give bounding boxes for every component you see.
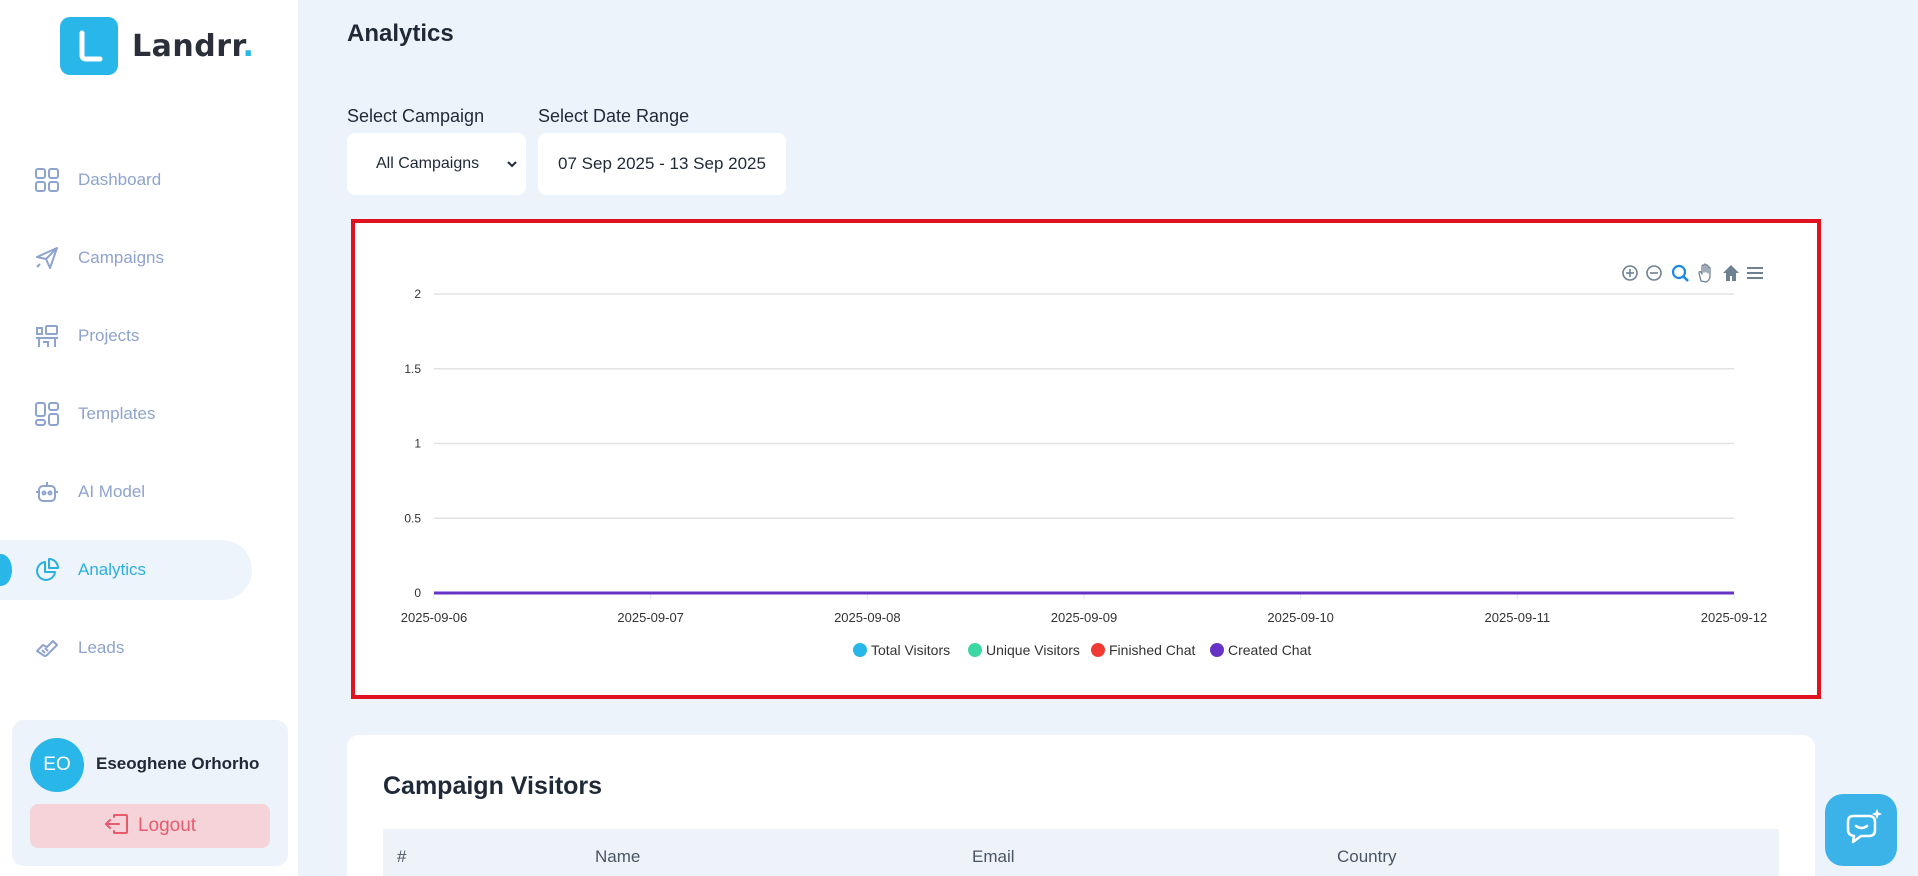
campaign-select[interactable]: All Campaigns	[347, 133, 526, 195]
robot-icon	[34, 479, 60, 505]
zoom-select-icon[interactable]	[1671, 264, 1689, 282]
y-tick-label: 1.5	[404, 362, 421, 376]
chevron-down-icon	[506, 157, 518, 175]
templates-icon	[34, 401, 60, 427]
legend-label: Unique Visitors	[986, 642, 1080, 658]
user-name: Eseoghene Orhorho	[96, 754, 260, 773]
sidebar-item-leads[interactable]: Leads	[0, 618, 298, 678]
sidebar-nav: Dashboard Campaigns Projects Templates A…	[0, 150, 298, 696]
y-tick-label: 0.5	[404, 511, 421, 525]
column-header-email[interactable]: Email	[972, 847, 1015, 867]
paper-plane-icon	[34, 245, 60, 271]
legend-item[interactable]: Finished Chat	[1091, 642, 1195, 658]
table-title: Campaign Visitors	[383, 772, 603, 800]
x-tick-label: 2025-09-08	[834, 610, 901, 625]
date-range-value: 07 Sep 2025 - 13 Sep 2025	[558, 154, 766, 173]
campaign-select-value: All Campaigns	[376, 155, 480, 172]
table-header-row: # Name Email Country	[383, 829, 1779, 876]
menu-icon[interactable]	[1747, 267, 1763, 279]
campaign-select-label: Select Campaign	[347, 106, 485, 126]
x-tick-label: 2025-09-07	[617, 610, 684, 625]
pan-icon[interactable]	[1698, 263, 1711, 283]
sidebar-item-ai-model[interactable]: AI Model	[0, 462, 298, 522]
legend-marker	[853, 643, 867, 657]
sidebar-item-campaigns[interactable]: Campaigns	[0, 228, 298, 288]
date-range-label: Select Date Range	[538, 106, 690, 126]
icon-handle	[1682, 275, 1689, 282]
brand-logo[interactable]: Landrr.	[60, 17, 254, 75]
icon-hand	[1698, 263, 1711, 283]
pie-chart-icon	[34, 557, 60, 583]
avatar: EO	[30, 738, 84, 792]
legend-marker	[968, 643, 982, 657]
legend-item[interactable]: Unique Visitors	[968, 642, 1080, 658]
x-tick-label: 2025-09-12	[1701, 610, 1768, 625]
sidebar-item-label: Projects	[78, 326, 140, 345]
analytics-line-chart: 2 1.5 1 0.5 0 2025-09-06 2025-09-07 2025-09-08…	[401, 263, 1768, 658]
legend-label: Finished Chat	[1109, 642, 1195, 658]
sidebar-item-templates[interactable]: Templates	[0, 384, 298, 444]
legend-item[interactable]: Total Visitors	[853, 642, 950, 658]
column-header-index[interactable]: #	[397, 847, 406, 867]
sidebar-item-dashboard[interactable]: Dashboard	[0, 150, 298, 210]
zoom-in-icon[interactable]	[1622, 265, 1638, 281]
y-tick-label: 2	[414, 287, 421, 301]
sidebar-item-projects[interactable]: Projects	[0, 306, 298, 366]
y-tick-label: 0	[414, 586, 421, 600]
sidebar-item-label: Templates	[78, 404, 156, 423]
sidebar-item-label: Analytics	[78, 560, 147, 579]
logout-label: Logout	[137, 815, 197, 836]
icon-house	[1723, 265, 1739, 281]
column-header-country[interactable]: Country	[1337, 847, 1397, 867]
campaign-visitors-card: Campaign Visitors # Name Email Country	[347, 735, 1815, 876]
legend-label: Created Chat	[1228, 642, 1311, 658]
sidebar-item-label: Campaigns	[78, 248, 164, 267]
sidebar-item-label: Leads	[78, 638, 125, 657]
grid-icon	[34, 167, 60, 193]
brand-name: Landrr.	[132, 28, 255, 64]
date-range-input[interactable]: 07 Sep 2025 - 13 Sep 2025	[538, 133, 786, 195]
sidebar-item-label: Dashboard	[78, 170, 162, 189]
reset-home-icon[interactable]	[1723, 265, 1739, 281]
zoom-out-icon[interactable]	[1646, 265, 1662, 281]
handshake-icon	[34, 635, 60, 661]
legend-marker	[1091, 643, 1105, 657]
x-tick-label: 2025-09-09	[1051, 610, 1118, 625]
legend-label: Total Visitors	[871, 642, 950, 658]
workspace-icon	[34, 323, 60, 349]
sidebar: Landrr. Dashboard Campaigns Projects Tem…	[0, 0, 298, 876]
page-title: Analytics	[347, 20, 454, 47]
sidebar-item-analytics[interactable]: Analytics	[0, 540, 252, 600]
logout-icon	[104, 813, 128, 839]
logout-button[interactable]: Logout	[30, 804, 270, 848]
legend-item[interactable]: Created Chat	[1210, 642, 1311, 658]
y-tick-label: 1	[414, 437, 421, 451]
x-tick-label: 2025-09-06	[401, 610, 468, 625]
analytics-chart-card: 2 1.5 1 0.5 0 2025-09-06 2025-09-07 2025-09-08…	[351, 219, 1821, 699]
x-tick-label: 2025-09-10	[1267, 610, 1334, 625]
chat-bubbles-icon	[1839, 808, 1883, 853]
x-tick-label: 2025-09-11	[1485, 610, 1551, 625]
column-header-name[interactable]: Name	[595, 847, 640, 867]
chat-support-button[interactable]	[1825, 794, 1897, 866]
logo-mark-icon	[60, 17, 118, 75]
sidebar-item-label: AI Model	[78, 482, 146, 501]
user-card: EO Eseoghene Orhorho Logout	[12, 720, 288, 866]
legend-marker	[1210, 643, 1224, 657]
